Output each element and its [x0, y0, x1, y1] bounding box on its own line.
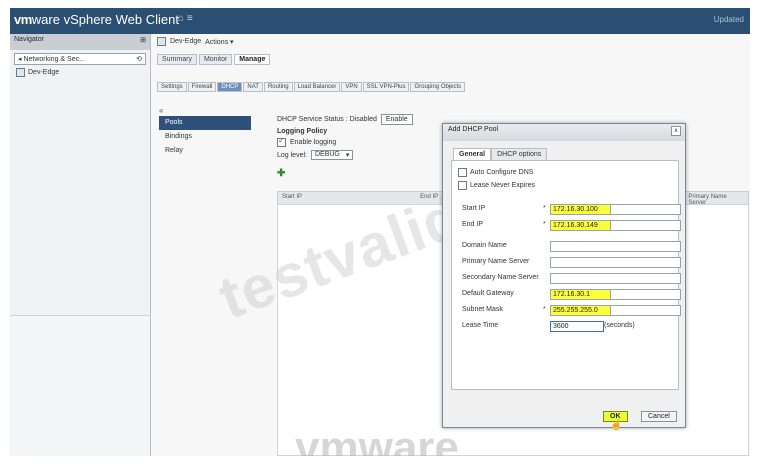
tab-vpn[interactable]: VPN [341, 82, 362, 92]
tab-ssl-vpn-plus[interactable]: SSL VPN-Plus [362, 82, 410, 92]
actions-menu[interactable]: Actions ▾ [205, 38, 233, 46]
tab-load-balancer[interactable]: Load Balancer [293, 82, 341, 92]
subnav-bindings[interactable]: Bindings [159, 130, 251, 144]
navigator-pane: Navigator ⊞ ◂ Networking & Sec... ⟲ Dev-… [10, 34, 151, 456]
domain-name-input[interactable] [550, 241, 681, 252]
domain-name-label: Domain Name [462, 242, 507, 249]
log-level-select[interactable]: DEBUG ▾ [310, 150, 354, 160]
dhcp-subnav: « Pools Bindings Relay [159, 106, 251, 158]
start-ip-input-tail[interactable] [610, 204, 681, 215]
edge-icon [16, 68, 25, 77]
close-icon[interactable]: x [671, 126, 681, 136]
tab-manage[interactable]: Manage [234, 54, 271, 65]
chevron-down-icon: ▾ [345, 152, 350, 159]
subnet-mask-input-tail[interactable] [610, 305, 681, 316]
auto-configure-dns-checkbox[interactable] [458, 168, 467, 177]
secondary-tabs: Settings Firewall DHCP NAT Routing Load … [157, 82, 466, 92]
brand-vm: vm [14, 12, 32, 27]
lease-time-input[interactable]: 3600 [550, 321, 604, 332]
lease-time-unit: (seconds) [604, 322, 635, 329]
history-icon[interactable]: ⟲ [136, 55, 142, 63]
tab-summary[interactable]: Summary [157, 54, 197, 65]
top-bar: vmware vSphere Web Client ⌂ ≡ Updated [10, 8, 750, 34]
end-ip-input-tail[interactable] [610, 220, 681, 231]
secondary-name-server-input[interactable] [550, 273, 681, 284]
object-title: Dev-Edge [170, 38, 202, 45]
app-title: vSphere Web Client [59, 12, 179, 27]
app-brand: vmware vSphere Web Client [14, 12, 179, 27]
navigator-back-selector[interactable]: ◂ Networking & Sec... ⟲ [14, 53, 146, 65]
tab-routing[interactable]: Routing [263, 82, 293, 92]
cancel-button[interactable]: Cancel [641, 411, 677, 422]
auto-configure-dns-label: Auto Configure DNS [470, 169, 534, 176]
dialog-titlebar: Add DHCP Pool x [443, 124, 685, 141]
tab-settings[interactable]: Settings [157, 82, 187, 92]
subnav-pools[interactable]: Pools [159, 116, 251, 130]
logging-policy-label: Logging Policy [277, 128, 328, 135]
tab-dhcp[interactable]: DHCP [217, 82, 243, 92]
start-ip-label: Start IP [462, 205, 486, 212]
navigator-title: Navigator [14, 36, 44, 43]
brand-ware: ware [31, 12, 60, 27]
navigator-lower-pane [10, 315, 150, 456]
primary-name-server-input[interactable] [550, 257, 681, 268]
grid-col-primary-name-server[interactable]: Primary Name Server [684, 192, 748, 206]
end-ip-input[interactable]: 172.16.30.149 [550, 220, 614, 231]
navigator-selector-label: ◂ Networking & Sec... [18, 56, 85, 63]
enable-logging-checkbox[interactable] [277, 136, 286, 147]
enable-logging-label: Enable logging [290, 139, 337, 146]
tree-item-label: Dev-Edge [28, 69, 60, 76]
tab-nat[interactable]: NAT [243, 82, 263, 92]
dialog-title: Add DHCP Pool [448, 126, 499, 133]
pin-icon[interactable]: ⊞ [140, 36, 146, 48]
subnet-mask-required: * [543, 306, 546, 313]
secondary-name-server-label: Secondary Name Server [462, 274, 539, 281]
lease-never-expires-row: Lease Never Expires [458, 181, 535, 190]
end-ip-required: * [543, 221, 546, 228]
subnav-relay[interactable]: Relay [159, 144, 251, 158]
log-level-label: Log level: [277, 151, 307, 159]
navigator-header: Navigator ⊞ [10, 34, 150, 50]
subnet-mask-input[interactable]: 255.255.255.0 [550, 305, 614, 316]
edge-object-icon [157, 37, 166, 46]
general-panel: Auto Configure DNS Lease Never Expires S… [451, 160, 681, 390]
vmware-watermark: vmware [295, 423, 459, 456]
enable-button[interactable]: Enable [380, 114, 413, 125]
default-gateway-label: Default Gateway [462, 290, 514, 297]
end-ip-label: End IP [462, 221, 484, 228]
mouse-pointer-icon: ☝ [610, 420, 623, 431]
default-gateway-input-tail[interactable] [610, 289, 681, 300]
collapse-icon[interactable]: « [159, 106, 251, 116]
auto-configure-dns-row: Auto Configure DNS [458, 168, 533, 177]
tab-grouping-objects[interactable]: Grouping Objects [410, 82, 466, 92]
log-level-value: DEBUG [314, 151, 340, 158]
add-pool-icon[interactable]: ✚ [277, 168, 285, 179]
user-menu[interactable]: Updated [714, 15, 744, 24]
primary-name-server-label: Primary Name Server [462, 258, 530, 265]
tab-monitor[interactable]: Monitor [198, 54, 233, 65]
service-status-text: DHCP Service Status : Disabled [277, 116, 377, 123]
add-dhcp-pool-dialog: Add DHCP Pool x General DHCP options Aut… [442, 123, 686, 431]
default-gateway-input[interactable]: 172.16.30.1 [550, 289, 614, 300]
object-header: Dev-Edge Actions ▾ [157, 37, 234, 46]
tab-firewall[interactable]: Firewall [187, 82, 217, 92]
primary-tabs: Summary Monitor Manage [157, 54, 271, 65]
start-ip-required: * [543, 205, 546, 212]
tree-item-dev-edge[interactable]: Dev-Edge [16, 68, 144, 77]
lease-time-label: Lease Time [462, 322, 499, 329]
home-icon[interactable]: ⌂ ≡ [178, 13, 202, 27]
start-ip-input[interactable]: 172.16.30.100 [550, 204, 614, 215]
subnet-mask-label: Subnet Mask [462, 306, 503, 313]
lease-never-expires-checkbox[interactable] [458, 181, 467, 190]
lease-never-expires-label: Lease Never Expires [470, 182, 535, 189]
